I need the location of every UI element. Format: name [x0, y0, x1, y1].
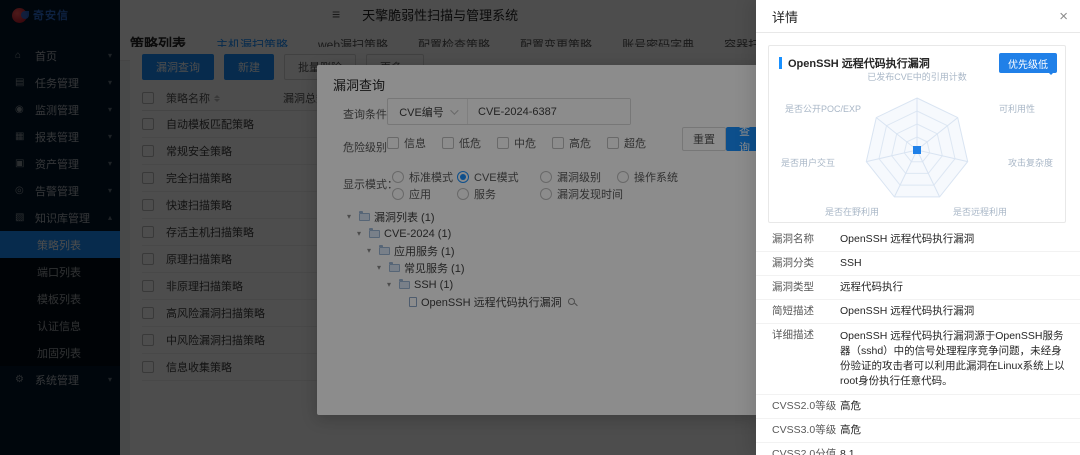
vuln-detail-fields: 漏洞名称 OpenSSH 远程代码执行漏洞 漏洞分类 SSH 漏洞类型 远程代码… [756, 228, 1080, 455]
radar-data-marker [913, 146, 921, 154]
field-row: 漏洞类型 远程代码执行 [756, 276, 1080, 300]
drawer-title: 详情 [772, 7, 798, 26]
field-label: 简短描述 [756, 305, 840, 318]
radar-axis-label: 是否远程利用 [953, 205, 1007, 218]
field-value: 远程代码执行 [840, 281, 1080, 294]
radar-axis-label: 是否在野利用 [825, 205, 879, 218]
field-label: 漏洞分类 [756, 257, 840, 270]
vuln-summary-card: OpenSSH 远程代码执行漏洞 优先级低 [768, 45, 1066, 223]
drawer-header: 详情 × [756, 0, 1080, 33]
field-label: 漏洞名称 [756, 233, 840, 246]
field-label: CVSS3.0等级 [756, 424, 840, 437]
field-row: 漏洞名称 OpenSSH 远程代码执行漏洞 [756, 228, 1080, 252]
field-row: CVSS3.0等级 高危 [756, 419, 1080, 443]
field-label: CVSS2.0等级 [756, 400, 840, 413]
close-icon[interactable]: × [1059, 9, 1068, 24]
field-row: 漏洞分类 SSH [756, 252, 1080, 276]
radar-axis-label: 可利用性 [999, 102, 1035, 115]
radar-axis-label: 是否用户交互 [781, 156, 835, 169]
field-value: 高危 [840, 424, 1080, 437]
field-value: OpenSSH 远程代码执行漏洞源于OpenSSH服务器（sshd）中的信号处理… [840, 329, 1080, 389]
field-label: 漏洞类型 [756, 281, 840, 294]
field-row: CVSS2.0等级 高危 [756, 395, 1080, 419]
field-value: 高危 [840, 400, 1080, 413]
field-value: SSH [840, 257, 1080, 270]
radar-axis-label: 攻击复杂度 [1008, 156, 1053, 169]
field-row: CVSS2.0分值 8.1 [756, 443, 1080, 455]
field-row: 详细描述 OpenSSH 远程代码执行漏洞源于OpenSSH服务器（sshd）中… [756, 324, 1080, 395]
radar-chart: 已发布CVE中的引用计数 可利用性 攻击复杂度 是否远程利用 是否在野利用 是否… [769, 66, 1065, 222]
field-value: 8.1 [840, 448, 1080, 455]
app-screen: 奇安信 ⌂ 首页 ▾ ▤ 任务管理 ▾ ◉ 监测管理 ▾ ▦ 报表管理 ▾ [0, 0, 1080, 455]
field-value: OpenSSH 远程代码执行漏洞 [840, 233, 1080, 246]
detail-drawer: 详情 × OpenSSH 远程代码执行漏洞 优先级低 [756, 0, 1080, 455]
radar-axis-label: 是否公开POC/EXP [785, 102, 861, 115]
field-value: OpenSSH 远程代码执行漏洞 [840, 305, 1080, 318]
radar-grid [812, 80, 1022, 212]
field-label: CVSS2.0分值 [756, 448, 840, 455]
field-label: 详细描述 [756, 329, 840, 389]
radar-axis-label: 已发布CVE中的引用计数 [867, 70, 967, 83]
field-row: 简短描述 OpenSSH 远程代码执行漏洞 [756, 300, 1080, 324]
